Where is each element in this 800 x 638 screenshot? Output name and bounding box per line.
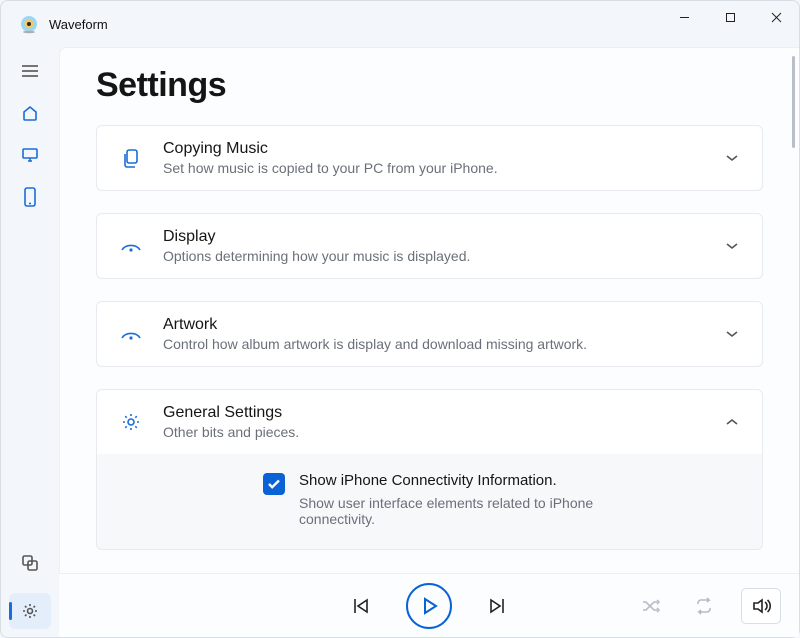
eye-icon (117, 326, 145, 342)
chevron-down-icon (722, 153, 742, 163)
maximize-button[interactable] (707, 1, 753, 33)
section-title: Copying Music (163, 140, 722, 158)
next-button[interactable] (480, 589, 514, 623)
eye-icon (117, 238, 145, 254)
chevron-up-icon (722, 417, 742, 427)
app-icon (19, 14, 39, 34)
player-bar (59, 573, 799, 637)
option-label: Show iPhone Connectivity Information. (299, 472, 659, 489)
app-title: Waveform (49, 17, 108, 32)
chevron-down-icon (722, 241, 742, 251)
section-general-settings: General Settings Other bits and pieces. … (96, 389, 763, 550)
section-artwork[interactable]: Artwork Control how album artwork is dis… (96, 301, 763, 367)
shuffle-button[interactable] (633, 589, 667, 623)
minimize-button[interactable] (661, 1, 707, 33)
menu-button[interactable] (9, 53, 51, 89)
gear-icon (117, 412, 145, 432)
play-button[interactable] (406, 583, 452, 629)
nav-stacks[interactable] (9, 545, 51, 581)
titlebar: Waveform (1, 1, 799, 47)
window-controls (661, 1, 799, 33)
section-title: General Settings (163, 404, 722, 422)
copy-icon (117, 148, 145, 168)
active-indicator (9, 602, 12, 620)
repeat-button[interactable] (687, 589, 721, 623)
settings-content: Settings Copying Music Set how music is … (60, 48, 799, 573)
page-title: Settings (96, 66, 763, 105)
section-copying-music[interactable]: Copying Music Set how music is copied to… (96, 125, 763, 191)
section-subtitle: Other bits and pieces. (163, 424, 722, 440)
section-title: Artwork (163, 316, 722, 334)
section-subtitle: Options determining how your music is di… (163, 248, 722, 264)
scrollbar[interactable] (792, 56, 795, 148)
option-description: Show user interface elements related to … (299, 495, 659, 527)
nav-phone[interactable] (9, 179, 51, 215)
close-button[interactable] (753, 1, 799, 33)
volume-button[interactable] (741, 588, 781, 624)
section-display[interactable]: Display Options determining how your mus… (96, 213, 763, 279)
section-body: Show iPhone Connectivity Information. Sh… (97, 454, 762, 549)
nav-home[interactable] (9, 95, 51, 131)
section-title: Display (163, 228, 722, 246)
nav-settings[interactable] (9, 593, 51, 629)
sidebar (1, 47, 59, 637)
section-subtitle: Set how music is copied to your PC from … (163, 160, 722, 176)
chevron-down-icon (722, 329, 742, 339)
section-subtitle: Control how album artwork is display and… (163, 336, 722, 352)
show-iphone-connectivity-checkbox[interactable] (263, 473, 285, 495)
section-header[interactable]: General Settings Other bits and pieces. (97, 390, 762, 454)
nav-desktop[interactable] (9, 137, 51, 173)
previous-button[interactable] (344, 589, 378, 623)
